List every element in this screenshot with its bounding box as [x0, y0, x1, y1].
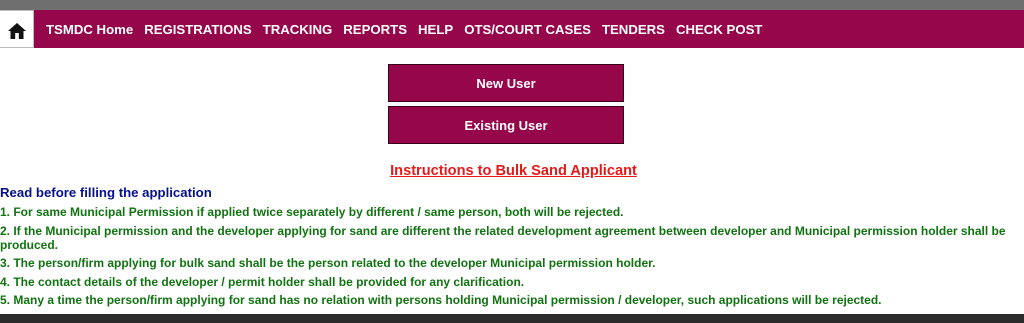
instruction-item: 4. The contact details of the developer … — [0, 274, 525, 289]
instruction-item: 3. The person/firm applying for bulk san… — [0, 256, 656, 271]
instructions-list: 1. For same Municipal Permission if appl… — [0, 205, 1020, 312]
nav-item-reports[interactable]: REPORTS — [343, 22, 407, 37]
new-user-button[interactable]: New User — [388, 64, 624, 102]
nav-item-tsmdc-home[interactable]: TSMDC Home — [46, 22, 133, 37]
nav-item-ots-court-cases[interactable]: OTS/COURT CASES — [464, 22, 591, 37]
instructions-link[interactable]: Instructions to Bulk Sand Applicant — [0, 163, 1024, 179]
nav-item-registrations[interactable]: REGISTRATIONS — [144, 22, 251, 37]
instruction-item: 2. If the Municipal permission and the d… — [0, 223, 1006, 252]
top-strip — [0, 0, 1024, 10]
nav-item-tenders[interactable]: TENDERS — [602, 22, 665, 37]
home-icon — [7, 23, 26, 39]
main-navbar: TSMDC Home REGISTRATIONS TRACKING REPORT… — [0, 10, 1024, 48]
nav-item-help[interactable]: HELP — [418, 22, 453, 37]
instruction-item: 5. Many a time the person/firm applying … — [0, 293, 882, 308]
read-before-heading: Read before filling the application — [0, 185, 212, 200]
existing-user-button[interactable]: Existing User — [388, 106, 624, 144]
instruction-item: 1. For same Municipal Permission if appl… — [0, 205, 624, 219]
nav-item-check-post[interactable]: CHECK POST — [676, 22, 762, 37]
home-button[interactable] — [0, 10, 34, 48]
nav-item-tracking[interactable]: TRACKING — [263, 22, 333, 37]
bottom-bar — [0, 314, 1024, 323]
nav-menu: TSMDC Home REGISTRATIONS TRACKING REPORT… — [46, 22, 773, 37]
